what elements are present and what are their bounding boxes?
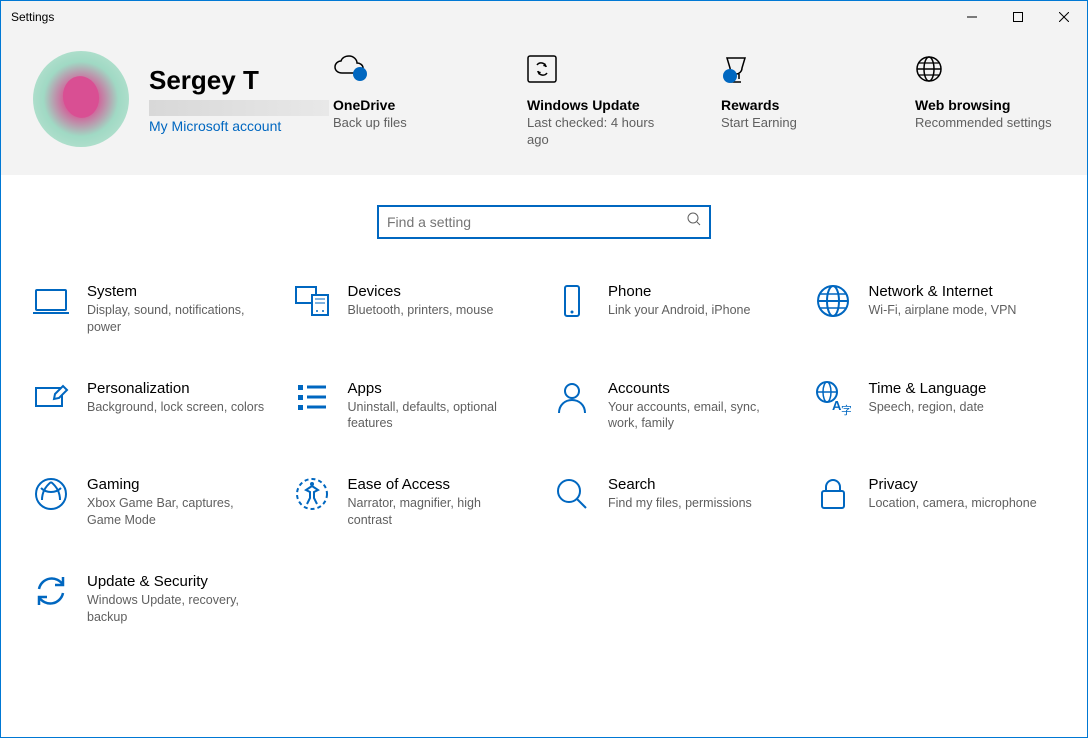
privacy-icon (815, 476, 851, 512)
search-box[interactable] (377, 205, 711, 239)
category-privacy[interactable]: Privacy Location, camera, microphone (815, 476, 1056, 529)
search-icon (687, 212, 701, 231)
category-ease-of-access[interactable]: Ease of Access Narrator, magnifier, high … (294, 476, 535, 529)
category-desc: Link your Android, iPhone (608, 302, 750, 319)
category-desc: Find my files, permissions (608, 495, 752, 512)
category-title: Accounts (608, 380, 788, 397)
category-network[interactable]: Network & Internet Wi-Fi, airplane mode, … (815, 283, 1056, 336)
category-gaming[interactable]: Gaming Xbox Game Bar, captures, Game Mode (33, 476, 274, 529)
update-icon (527, 55, 667, 89)
tile-web-browsing[interactable]: Web browsing Recommended settings (915, 55, 1055, 149)
category-search[interactable]: Search Find my files, permissions (554, 476, 795, 529)
gaming-icon (33, 476, 69, 512)
categories-grid: System Display, sound, notifications, pow… (1, 253, 1087, 636)
time-language-icon: A字 (815, 380, 851, 416)
category-title: Phone (608, 283, 750, 300)
category-desc: Background, lock screen, colors (87, 399, 264, 416)
apps-icon (294, 380, 330, 416)
category-title: Search (608, 476, 752, 493)
tile-desc: Start Earning (721, 115, 861, 132)
profile-name: Sergey T (149, 65, 329, 96)
category-desc: Wi-Fi, airplane mode, VPN (869, 302, 1017, 319)
category-title: Personalization (87, 380, 264, 397)
profile-section: Sergey T My Microsoft account (33, 51, 329, 147)
category-desc: Windows Update, recovery, backup (87, 592, 267, 626)
devices-icon (294, 283, 330, 319)
category-time-language[interactable]: A字 Time & Language Speech, region, date (815, 380, 1056, 433)
accounts-icon (554, 380, 590, 416)
header-tiles: OneDrive Back up files Windows Update La… (333, 51, 1055, 149)
tile-windows-update[interactable]: Windows Update Last checked: 4 hours ago (527, 55, 667, 149)
avatar[interactable] (33, 51, 129, 147)
category-title: Gaming (87, 476, 267, 493)
category-title: Ease of Access (348, 476, 528, 493)
category-desc: Display, sound, notifications, power (87, 302, 267, 336)
system-icon (33, 283, 69, 319)
svg-text:字: 字 (841, 403, 851, 416)
tile-rewards[interactable]: Rewards Start Earning (721, 55, 861, 149)
category-system[interactable]: System Display, sound, notifications, pow… (33, 283, 274, 336)
phone-icon (554, 283, 590, 319)
ease-of-access-icon (294, 476, 330, 512)
microsoft-account-link[interactable]: My Microsoft account (149, 118, 329, 134)
category-update-security[interactable]: Update & Security Windows Update, recover… (33, 573, 274, 626)
close-button[interactable] (1041, 1, 1087, 33)
category-title: System (87, 283, 267, 300)
profile-text: Sergey T My Microsoft account (149, 65, 329, 134)
category-desc: Speech, region, date (869, 399, 987, 416)
category-apps[interactable]: Apps Uninstall, defaults, optional featur… (294, 380, 535, 433)
maximize-button[interactable] (995, 1, 1041, 33)
tile-desc: Back up files (333, 115, 473, 132)
category-personalization[interactable]: Personalization Background, lock screen, … (33, 380, 274, 433)
category-title: Devices (348, 283, 494, 300)
category-title: Apps (348, 380, 528, 397)
globe-icon (915, 55, 1055, 89)
tile-onedrive[interactable]: OneDrive Back up files (333, 55, 473, 149)
tile-desc: Recommended settings (915, 115, 1055, 132)
personalization-icon (33, 380, 69, 416)
tile-desc: Last checked: 4 hours ago (527, 115, 667, 149)
category-title: Time & Language (869, 380, 987, 397)
network-icon (815, 283, 851, 319)
category-desc: Narrator, magnifier, high contrast (348, 495, 528, 529)
search-section (1, 175, 1087, 253)
search-category-icon (554, 476, 590, 512)
onedrive-icon (333, 55, 473, 89)
category-title: Network & Internet (869, 283, 1017, 300)
window-controls (949, 1, 1087, 33)
category-title: Update & Security (87, 573, 267, 590)
category-desc: Location, camera, microphone (869, 495, 1037, 512)
category-desc: Xbox Game Bar, captures, Game Mode (87, 495, 267, 529)
profile-email-redacted (149, 100, 329, 116)
category-desc: Your accounts, email, sync, work, family (608, 399, 788, 433)
category-devices[interactable]: Devices Bluetooth, printers, mouse (294, 283, 535, 336)
tile-title: Web browsing (915, 97, 1055, 113)
category-accounts[interactable]: Accounts Your accounts, email, sync, work… (554, 380, 795, 433)
tile-title: OneDrive (333, 97, 473, 113)
title-bar: Settings (1, 1, 1087, 33)
search-input[interactable] (387, 214, 687, 230)
tile-title: Windows Update (527, 97, 667, 113)
category-title: Privacy (869, 476, 1037, 493)
category-desc: Bluetooth, printers, mouse (348, 302, 494, 319)
minimize-button[interactable] (949, 1, 995, 33)
category-phone[interactable]: Phone Link your Android, iPhone (554, 283, 795, 336)
rewards-icon (721, 55, 861, 89)
header-panel: Sergey T My Microsoft account OneDrive B… (1, 33, 1087, 175)
window-title: Settings (1, 10, 54, 24)
tile-title: Rewards (721, 97, 861, 113)
update-security-icon (33, 573, 69, 609)
category-desc: Uninstall, defaults, optional features (348, 399, 528, 433)
